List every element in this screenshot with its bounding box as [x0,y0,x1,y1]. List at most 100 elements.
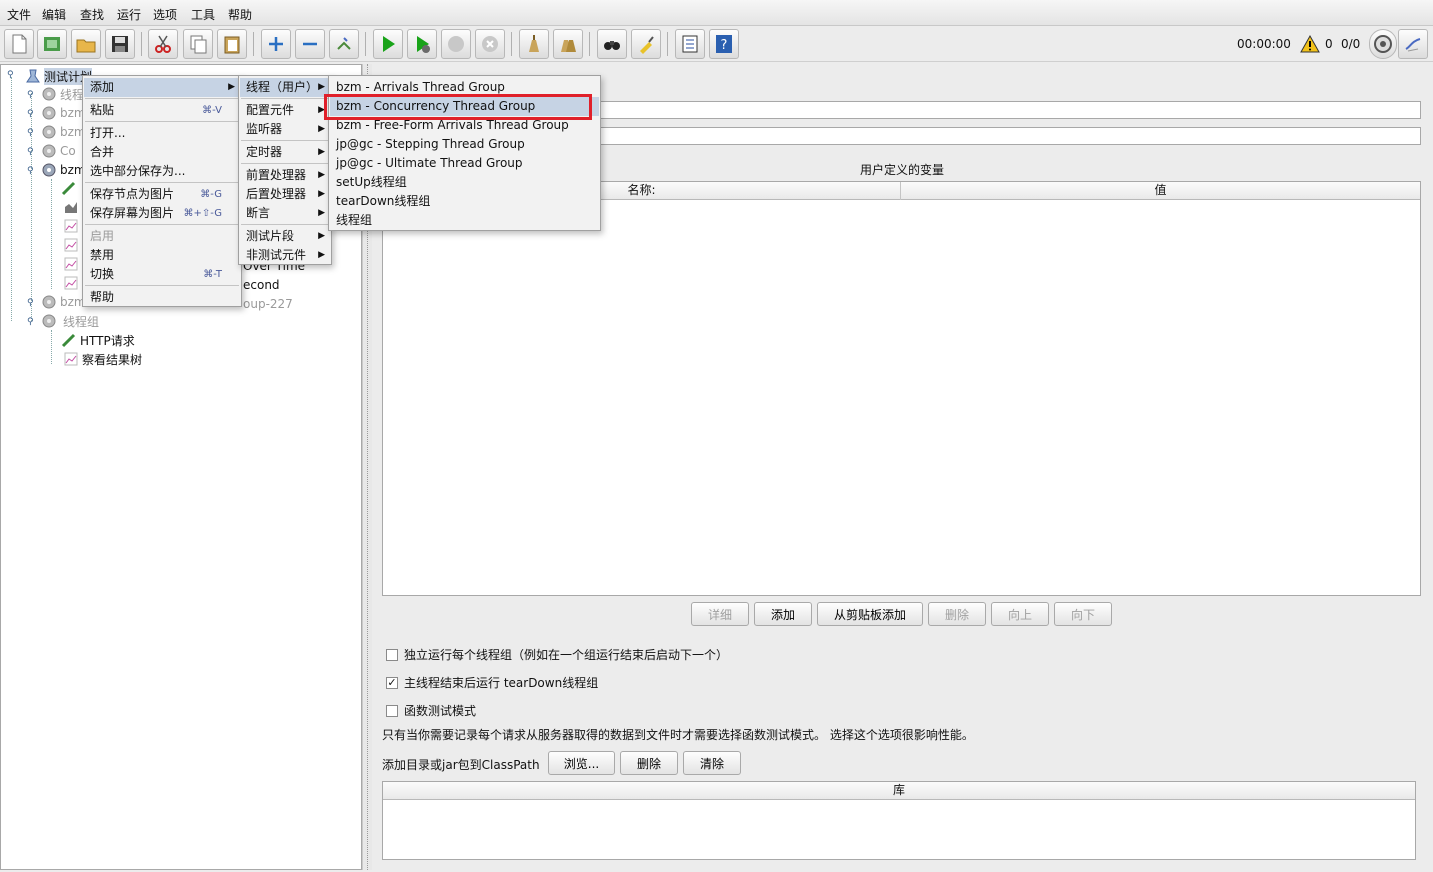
submenu-item-listener[interactable]: 监听器 ▶ [240,120,330,139]
menu-item-open[interactable]: 打开... [84,124,240,143]
templates-icon[interactable] [37,29,67,59]
name-field[interactable] [600,101,1421,119]
submenu-arrow-icon: ▶ [318,250,325,260]
tree-toggle[interactable]: ⚲ [27,91,36,100]
clear-icon[interactable] [519,29,549,59]
tree-toggle-root[interactable]: ⚲ [7,71,16,80]
tree-toggle[interactable]: ⚲ [27,148,36,157]
classpath-clear-button[interactable]: 清除 [683,751,741,775]
submenu-item-assertion[interactable]: 断言 ▶ [240,204,330,223]
tree-node[interactable]: Co [41,142,76,160]
save-icon[interactable] [105,29,135,59]
add-from-clipboard-button[interactable]: 从剪贴板添加 [817,602,923,626]
menu-item-disable[interactable]: 禁用 [84,246,240,265]
submenu-item-timer[interactable]: 定时器 ▶ [240,143,330,162]
submenu-item-non-test[interactable]: 非测试元件 ▶ [240,246,330,265]
menu-item-save-node-image[interactable]: 保存节点为图片 ⌘-G [84,185,240,204]
remote-status-icon[interactable] [1369,29,1397,59]
menu-item-paste[interactable]: 粘贴 ⌘-V [84,101,240,120]
tree-node[interactable]: 线程 [41,85,84,103]
submenu-item-postprocessor[interactable]: 后置处理器 ▶ [240,185,330,204]
start-icon[interactable] [373,29,403,59]
library-table[interactable]: 库 [382,781,1416,860]
submenu-item-config[interactable]: 配置元件 ▶ [240,101,330,120]
submenu-item-preprocessor[interactable]: 前置处理器 ▶ [240,166,330,185]
thread-item-setup[interactable]: setUp线程组 [330,173,599,192]
menu-item-merge[interactable]: 合并 [84,143,240,162]
detail-button[interactable]: 详细 [691,602,749,626]
clear-all-icon[interactable] [553,29,583,59]
tree-node[interactable]: 线程组 [41,312,99,330]
browse-button[interactable]: 浏览... [548,751,615,775]
tree-node[interactable]: bzm [41,123,86,141]
comments-field[interactable] [600,127,1421,145]
menu-edit[interactable]: 编辑 [42,6,66,23]
menu-tools[interactable]: 工具 [191,6,215,23]
menu-item-save-selection[interactable]: 选中部分保存为... [84,162,240,181]
column-value[interactable]: 值 [901,182,1420,200]
menu-item-help[interactable]: 帮助 [84,288,240,307]
thread-item-stepping[interactable]: jp@gc - Stepping Thread Group [330,135,599,154]
reset-search-icon[interactable] [631,29,661,59]
cut-icon[interactable] [148,29,178,59]
search-icon[interactable] [597,29,627,59]
submenu-item-threads[interactable]: 线程（用户） ▶ [240,78,330,97]
down-button[interactable]: 向下 [1054,602,1112,626]
menu-help[interactable]: 帮助 [228,6,252,23]
shutdown-icon[interactable] [475,29,505,59]
menu-item-label: 后置处理器 [246,187,307,201]
functional-mode-checkbox[interactable]: 函数测试模式 [386,702,476,719]
menu-run[interactable]: 运行 [117,6,141,23]
tree-node[interactable]: bzm [41,293,86,311]
new-icon[interactable] [4,29,34,59]
submenu-item-test-fragment[interactable]: 测试片段 ▶ [240,227,330,246]
tree-toggle[interactable]: ⚲ [27,167,36,176]
open-icon[interactable] [71,29,101,59]
serial-threadgroups-checkbox[interactable]: 独立运行每个线程组（例如在一个组运行结束后启动下一个） [386,646,728,663]
tree-toggle[interactable]: ⚲ [27,129,36,138]
menu-item-enable[interactable]: 启用 [84,227,240,246]
thread-item-teardown[interactable]: tearDown线程组 [330,192,599,211]
collapse-icon[interactable] [295,29,325,59]
checkbox-box[interactable] [386,648,398,661]
tree-node[interactable] [63,236,82,254]
tree-node-http[interactable]: HTTP请求 [61,331,135,349]
function-helper-icon[interactable] [675,29,705,59]
add-button[interactable]: 添加 [754,602,812,626]
paste-icon[interactable] [217,29,247,59]
tree-node[interactable] [63,255,82,273]
tree-node[interactable]: bzm [41,161,86,179]
tree-node[interactable] [61,179,80,197]
stop-icon[interactable] [441,29,471,59]
toggle-icon[interactable] [329,29,359,59]
tree-toggle[interactable]: ⚲ [27,318,36,327]
menu-search[interactable]: 查找 [80,6,104,23]
help-icon[interactable]: ? [709,29,739,59]
tree-node[interactable] [63,198,82,216]
thread-item-thread-group[interactable]: 线程组 [330,211,599,230]
copy-icon[interactable] [183,29,213,59]
tree-node[interactable] [63,217,82,235]
classpath-delete-button[interactable]: 删除 [620,751,678,775]
tree-node-results-tree[interactable]: 察看结果树 [63,350,142,368]
variables-table[interactable]: 名称: 值 [382,181,1421,596]
delete-button[interactable]: 删除 [928,602,986,626]
start-no-pauses-icon[interactable] [407,29,437,59]
checkbox-box-checked[interactable]: ✓ [386,676,398,689]
thread-item-ultimate[interactable]: jp@gc - Ultimate Thread Group [330,154,599,173]
column-library[interactable]: 库 [383,782,1415,800]
tree-node[interactable]: bzm [41,104,86,122]
menu-item-add[interactable]: 添加 ▶ [84,78,240,97]
expand-icon[interactable] [261,29,291,59]
tree-node[interactable] [63,274,82,292]
menu-item-save-screen-image[interactable]: 保存屏幕为图片 ⌘+⇧-G [84,204,240,223]
tree-toggle[interactable]: ⚲ [27,110,36,119]
logviewer-icon[interactable] [1398,29,1428,59]
tree-toggle[interactable]: ⚲ [27,299,36,308]
teardown-checkbox[interactable]: ✓ 主线程结束后运行 tearDown线程组 [386,674,598,691]
menu-options[interactable]: 选项 [153,6,177,23]
up-button[interactable]: 向上 [991,602,1049,626]
checkbox-box[interactable] [386,704,398,717]
menu-item-toggle[interactable]: 切换 ⌘-T [84,265,240,284]
menu-file[interactable]: 文件 [7,6,31,23]
